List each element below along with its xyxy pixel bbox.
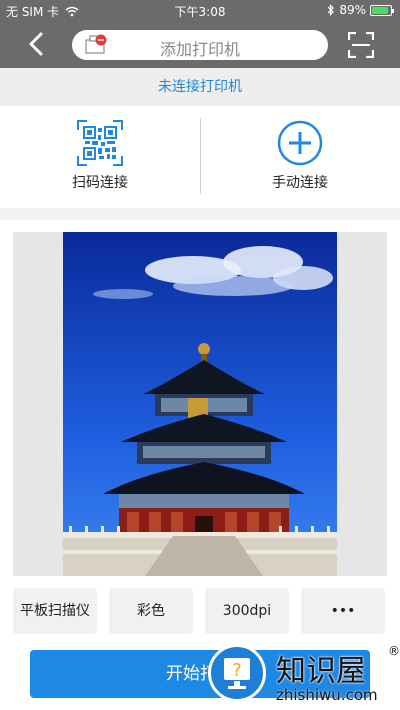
connect-options: 扫码连接 手动连接: [0, 106, 400, 208]
scan-connect-label: 扫码连接: [72, 175, 128, 191]
status-right: 89%: [327, 3, 394, 17]
temple-photo: [63, 232, 337, 576]
manual-connect-label: 手动连接: [272, 175, 328, 191]
watermark-reg: ®: [388, 644, 400, 658]
back-chevron-icon[interactable]: [24, 30, 52, 58]
scan-frame-icon[interactable]: [348, 32, 374, 58]
svg-text:?: ?: [232, 660, 242, 681]
battery-percent: 89%: [339, 3, 366, 17]
connection-status-banner: 未连接打印机: [0, 68, 400, 106]
scan-connect-button[interactable]: 扫码连接: [0, 106, 200, 208]
resolution-button[interactable]: 300dpi: [205, 588, 289, 634]
plus-circle-icon: [277, 120, 323, 166]
printer-search-field[interactable]: 添加打印机: [72, 30, 328, 60]
watermark-brand: 知识屋: [276, 654, 366, 689]
status-bar: 无 SIM 卡 下午3:08 89%: [0, 0, 400, 22]
nav-title: 添加打印机: [159, 40, 240, 59]
color-mode-button[interactable]: 彩色: [109, 588, 193, 634]
nav-bar: 添加打印机: [0, 22, 400, 68]
manual-connect-button[interactable]: 手动连接: [200, 106, 400, 208]
bluetooth-icon: [327, 4, 335, 16]
scanner-type-button[interactable]: 平板扫描仪: [13, 588, 97, 634]
watermark-url: zhishiwu.com: [276, 686, 378, 704]
watermark: ? 知识屋 ® zhishiwu.com: [206, 640, 400, 710]
battery-icon: [370, 4, 394, 16]
qr-code-icon: [77, 120, 123, 166]
question-monitor-icon: ?: [224, 658, 250, 689]
print-preview: [13, 232, 387, 576]
more-options-button[interactable]: •••: [301, 588, 385, 634]
